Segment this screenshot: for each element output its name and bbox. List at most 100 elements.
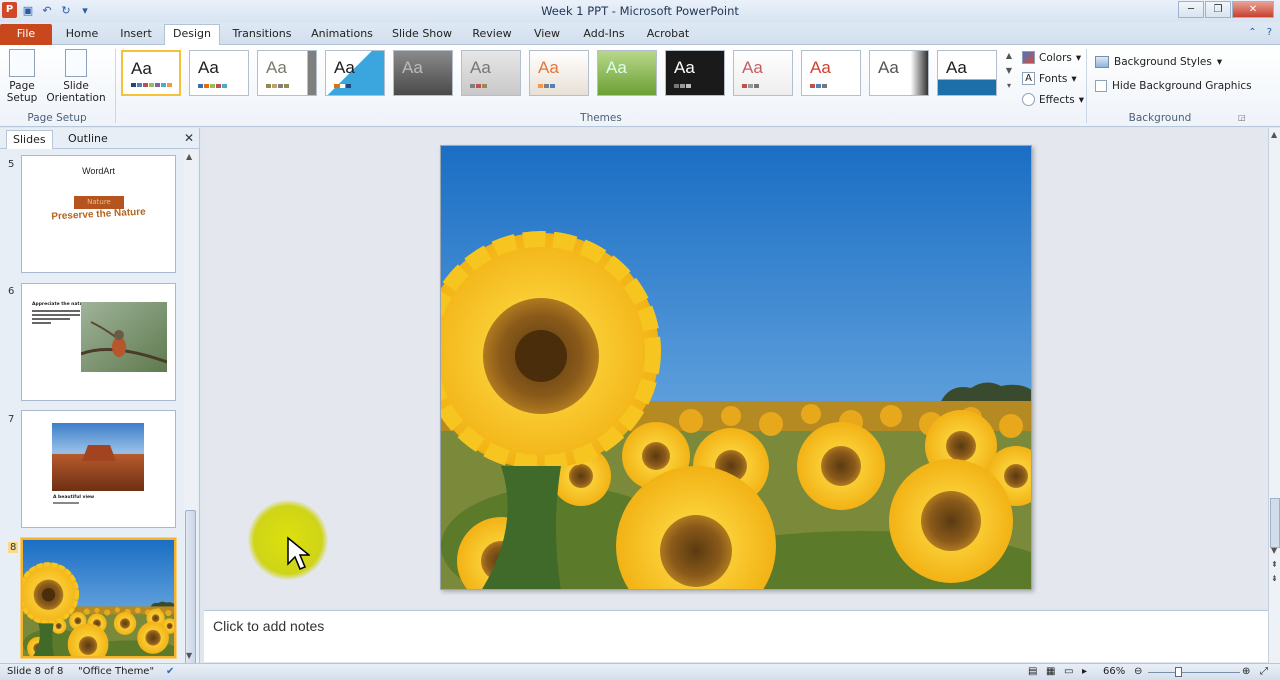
ribbon-design: Page Setup Slide Orientation Page Setup …: [0, 45, 1280, 127]
zoom-out-icon[interactable]: ⊖: [1134, 666, 1142, 677]
tab-insert[interactable]: Insert: [112, 25, 160, 45]
slide-thumbnail-5[interactable]: WordArt Nature Preserve the Nature: [21, 155, 176, 273]
scroll-up-icon[interactable]: ▲: [186, 152, 192, 161]
thumb-caption: A beautiful view: [53, 495, 95, 500]
sunflower-photo: [441, 146, 1032, 590]
slide-number: 6: [8, 286, 15, 297]
slide-number: 5: [8, 159, 15, 170]
main-scrollbar[interactable]: ▲ ▼ ⇞ ⇟: [1268, 128, 1280, 663]
scroll-down-icon[interactable]: ▼: [1006, 66, 1012, 75]
slide-show-icon[interactable]: ▸: [1082, 666, 1087, 677]
theme-7[interactable]: Aa: [529, 50, 589, 96]
tab-view[interactable]: View: [526, 25, 568, 45]
previous-slide-icon[interactable]: ⇞: [1271, 560, 1278, 569]
group-label-page-setup: Page Setup: [27, 112, 87, 124]
slide-thumbnail-8[interactable]: [21, 538, 176, 658]
zoom-level[interactable]: 66%: [1103, 666, 1125, 677]
notes-placeholder[interactable]: Click to add notes: [213, 618, 324, 634]
tab-transitions[interactable]: Transitions: [226, 25, 298, 45]
tab-slides[interactable]: Slides: [6, 130, 53, 149]
theme-9[interactable]: Aa: [665, 50, 725, 96]
tab-add-ins[interactable]: Add-Ins: [576, 25, 632, 45]
theme-12[interactable]: Aa: [869, 50, 929, 96]
pane-scrollbar[interactable]: ▲ ▼: [184, 150, 197, 670]
current-slide[interactable]: [440, 145, 1032, 590]
reading-view-icon[interactable]: ▭: [1064, 666, 1073, 677]
tab-outline[interactable]: Outline: [62, 130, 114, 149]
status-bar: Slide 8 of 8 "Office Theme" ✔ ▤ ▦ ▭ ▸ 66…: [0, 663, 1280, 680]
fonts-button[interactable]: A Fonts ▾: [1022, 70, 1084, 87]
theme-13[interactable]: Aa: [937, 50, 997, 96]
normal-view-icon[interactable]: ▤: [1028, 666, 1037, 677]
scroll-up-icon[interactable]: ▲: [1271, 130, 1277, 139]
tab-home[interactable]: Home: [60, 25, 104, 45]
tab-slide-show[interactable]: Slide Show: [386, 25, 458, 45]
background-styles-button[interactable]: Background Styles ▾: [1095, 56, 1252, 68]
fit-to-window-icon[interactable]: ⤢: [1260, 666, 1268, 677]
theme-10[interactable]: Aa: [733, 50, 793, 96]
scroll-thumb[interactable]: [1270, 498, 1280, 548]
theme-3[interactable]: Aa: [257, 50, 317, 96]
pane-tabs: Slides Outline ✕: [0, 128, 200, 149]
colors-button[interactable]: Colors ▾: [1022, 49, 1084, 66]
theme-options: Colors ▾ A Fonts ▾ Effects ▾: [1022, 49, 1084, 108]
scroll-down-icon[interactable]: ▼: [186, 651, 192, 660]
notes-pane[interactable]: Click to add notes: [204, 610, 1268, 662]
slide-orientation-icon: [65, 49, 87, 77]
slide-orientation-button[interactable]: Slide Orientation: [42, 49, 110, 104]
scroll-down-icon[interactable]: ▼: [1271, 546, 1277, 555]
theme-6[interactable]: Aa: [461, 50, 521, 96]
background-styles-icon: [1095, 56, 1109, 68]
tab-animations[interactable]: Animations: [306, 25, 378, 45]
colors-icon: [1022, 51, 1035, 64]
tab-file[interactable]: File: [0, 24, 52, 45]
help-icon[interactable]: ?: [1267, 27, 1272, 38]
sunflower-thumb-photo: [23, 540, 174, 656]
zoom-slider[interactable]: [1148, 672, 1240, 673]
desert-photo: [52, 423, 144, 491]
checkbox-icon: [1095, 80, 1107, 92]
theme-2[interactable]: Aa: [189, 50, 249, 96]
close-button[interactable]: ✕: [1232, 1, 1274, 18]
scroll-thumb[interactable]: [185, 510, 196, 670]
hide-background-graphics-checkbox[interactable]: Hide Background Graphics: [1095, 80, 1252, 92]
theme-8[interactable]: Aa: [597, 50, 657, 96]
next-slide-icon[interactable]: ⇟: [1271, 574, 1278, 583]
slide-number: 7: [8, 414, 15, 425]
dialog-launcher-icon[interactable]: ◲: [1238, 113, 1246, 122]
group-divider: [115, 49, 116, 123]
theme-name: "Office Theme": [78, 666, 155, 677]
scroll-up-icon[interactable]: ▲: [1006, 51, 1012, 60]
slide-thumbnail-7[interactable]: A beautiful view: [21, 410, 176, 528]
slides-pane: Slides Outline ✕ 5 WordArt Nature Preser…: [0, 128, 200, 670]
theme-4[interactable]: Aa: [325, 50, 385, 96]
slide-editing-area[interactable]: [204, 128, 1268, 608]
slide-count: Slide 8 of 8: [7, 666, 64, 677]
group-divider: [1086, 49, 1087, 123]
theme-11[interactable]: Aa: [801, 50, 861, 96]
theme-5[interactable]: Aa: [393, 50, 453, 96]
page-setup-button[interactable]: Page Setup: [6, 49, 38, 104]
effects-button[interactable]: Effects ▾: [1022, 91, 1084, 108]
spell-check-icon[interactable]: ✔: [166, 666, 174, 677]
ribbon-tabs: File Home Insert Design Transitions Anim…: [0, 22, 1280, 45]
tab-acrobat[interactable]: Acrobat: [640, 25, 696, 45]
close-pane-icon[interactable]: ✕: [184, 131, 194, 145]
zoom-in-icon[interactable]: ⊕: [1242, 666, 1250, 677]
more-icon[interactable]: ▾: [1007, 81, 1011, 90]
restore-button[interactable]: ❐: [1205, 1, 1231, 18]
zoom-slider-knob[interactable]: [1175, 667, 1182, 677]
tab-design[interactable]: Design: [164, 24, 220, 45]
thumb-title: Appreciate the nature: [32, 302, 89, 307]
theme-office[interactable]: Aa: [121, 50, 181, 96]
minimize-button[interactable]: ─: [1178, 1, 1204, 18]
effects-icon: [1022, 93, 1035, 106]
minimize-ribbon-icon[interactable]: ⌃: [1248, 27, 1256, 38]
tab-review[interactable]: Review: [466, 25, 518, 45]
themes-gallery: Aa Aa Aa Aa Aa Aa Aa Aa Aa Aa Aa Aa Aa: [121, 50, 997, 96]
slide-sorter-icon[interactable]: ▦: [1046, 666, 1055, 677]
slide-thumbnail-6[interactable]: Appreciate the nature: [21, 283, 176, 401]
robin-photo: [81, 302, 167, 372]
themes-scroll[interactable]: ▲ ▼ ▾: [1003, 51, 1015, 90]
thumb-text-lines: [32, 310, 80, 324]
